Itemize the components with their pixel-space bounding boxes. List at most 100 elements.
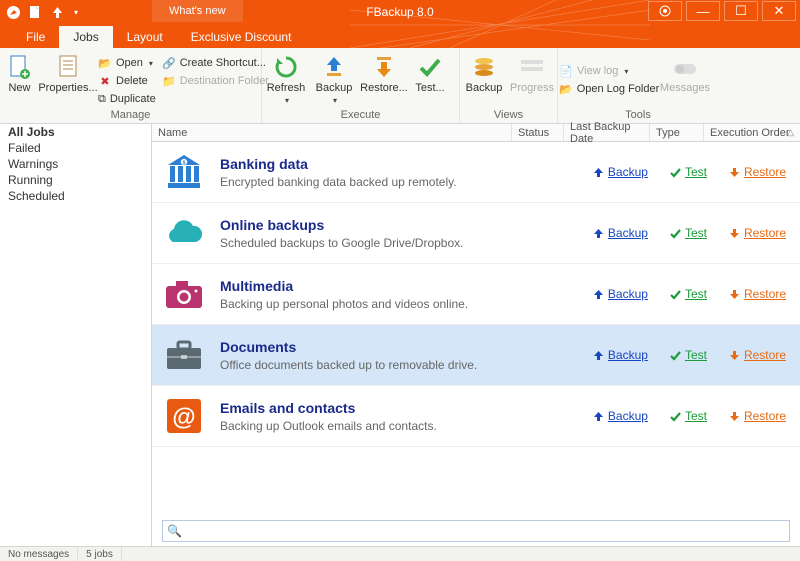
open-icon: 📂 [98, 56, 112, 70]
job-row[interactable]: DocumentsOffice documents backed up to r… [152, 325, 800, 386]
minimize-button[interactable]: — [686, 1, 720, 21]
qat-dropdown-icon[interactable]: ▾ [74, 8, 78, 17]
job-text: Emails and contacts Backing up Outlook em… [220, 400, 579, 433]
status-messages: No messages [0, 547, 78, 561]
job-test-link[interactable]: Test [670, 409, 707, 423]
sidebar-item-warnings[interactable]: Warnings [0, 156, 151, 172]
job-row[interactable]: MultimediaBacking up personal photos and… [152, 264, 800, 325]
ribbon: New Properties... 📂Open▾ ✖Delete ⧉Duplic… [0, 48, 800, 124]
col-type[interactable]: Type [650, 124, 704, 141]
job-restore-link[interactable]: Restore [729, 226, 786, 240]
sidebar-item-all-jobs[interactable]: All Jobs [0, 124, 151, 140]
messages-button[interactable]: Messages [658, 52, 712, 94]
sidebar-item-running[interactable]: Running [0, 172, 151, 188]
job-restore-link[interactable]: Restore [729, 165, 786, 179]
maximize-button[interactable]: ☐ [724, 1, 758, 21]
job-description: Office documents backed up to removable … [220, 358, 579, 372]
log-folder-icon: 📂 [559, 82, 573, 96]
new-button[interactable]: New [0, 52, 39, 94]
properties-button[interactable]: Properties... [39, 52, 97, 94]
search-bar[interactable]: 🔍 [162, 520, 790, 542]
stack-icon [471, 54, 497, 80]
tab-jobs[interactable]: Jobs [59, 26, 112, 48]
content: Name Status Last Backup Date Type Execut… [152, 124, 800, 546]
col-name[interactable]: Name [152, 124, 512, 141]
ribbon-group-views: Backup Progress Views [460, 48, 558, 123]
delete-button[interactable]: ✖Delete [98, 72, 155, 90]
up-arrow-icon[interactable] [50, 5, 65, 20]
tab-layout[interactable]: Layout [113, 26, 177, 48]
job-restore-link[interactable]: Restore [729, 287, 786, 301]
properties-icon [55, 54, 81, 80]
search-input[interactable] [186, 524, 785, 538]
check-icon [670, 288, 682, 300]
open-button[interactable]: 📂Open▾ [98, 54, 155, 72]
view-log-button[interactable]: 📄View log▾ [559, 62, 652, 80]
views-progress-button[interactable]: Progress [508, 52, 556, 94]
job-test-link[interactable]: Test [670, 287, 707, 301]
test-button[interactable]: Test... [410, 52, 450, 94]
views-backup-button[interactable]: Backup [460, 52, 508, 94]
job-test-link[interactable]: Test [670, 226, 707, 240]
sidebar-item-failed[interactable]: Failed [0, 140, 151, 156]
app-title: FBackup 8.0 [366, 5, 433, 19]
refresh-button[interactable]: Refresh▾ [262, 52, 310, 107]
job-backup-link[interactable]: Backup [593, 348, 648, 362]
ribbon-group-manage: New Properties... 📂Open▾ ✖Delete ⧉Duplic… [0, 48, 262, 123]
job-row[interactable]: Online backupsScheduled backups to Googl… [152, 203, 800, 264]
cloud-icon [162, 213, 206, 253]
down-arrow-icon [729, 410, 741, 422]
progress-icon [519, 54, 545, 80]
down-arrow-icon [729, 166, 741, 178]
job-test-link[interactable]: Test [670, 348, 707, 362]
col-last-backup-date[interactable]: Last Backup Date [564, 124, 650, 141]
bank-icon: $ [162, 152, 206, 192]
check-icon [670, 349, 682, 361]
column-headers: Name Status Last Backup Date Type Execut… [152, 124, 800, 142]
camera-icon [162, 274, 206, 314]
check-icon [670, 227, 682, 239]
restore-down-icon [371, 54, 397, 80]
col-status[interactable]: Status [512, 124, 564, 141]
duplicate-button[interactable]: ⧉Duplicate [98, 90, 155, 108]
destination-folder-button[interactable]: 📁Destination Folder [162, 72, 255, 90]
job-actions: Backup Test Restore [593, 287, 786, 301]
new-doc-icon[interactable] [28, 5, 43, 20]
ribbon-group-execute: Refresh▾ Backup▾ Restore... Test... Exec… [262, 48, 460, 123]
create-shortcut-button[interactable]: 🔗Create Shortcut... [162, 54, 255, 72]
job-actions: Backup Test Restore [593, 409, 786, 423]
restore-button[interactable]: Restore... [358, 52, 410, 94]
window-help-icon[interactable] [648, 1, 682, 21]
job-title: Emails and contacts [220, 400, 579, 416]
tab-file[interactable]: File [12, 26, 59, 48]
duplicate-icon: ⧉ [98, 92, 106, 106]
sidebar-item-scheduled[interactable]: Scheduled [0, 188, 151, 204]
close-button[interactable]: ✕ [762, 1, 796, 21]
job-backup-link[interactable]: Backup [593, 226, 648, 240]
col-execution-order[interactable]: Execution Order△ [704, 124, 800, 141]
views-group-label: Views [460, 109, 557, 123]
job-text: Online backupsScheduled backups to Googl… [220, 217, 579, 250]
tab-exclusive-discount[interactable]: Exclusive Discount [177, 26, 306, 48]
svg-text:@: @ [172, 404, 195, 431]
job-test-link[interactable]: Test [670, 165, 707, 179]
job-title: Multimedia [220, 278, 579, 294]
job-description: Backing up Outlook emails and contacts. [220, 419, 579, 433]
job-row[interactable]: @ Emails and contacts Backing up Outlook e… [152, 386, 800, 447]
job-title: Banking data [220, 156, 579, 172]
check-icon [670, 166, 682, 178]
job-backup-link[interactable]: Backup [593, 409, 648, 423]
job-restore-link[interactable]: Restore [729, 409, 786, 423]
whats-new-tab[interactable]: What's new [152, 0, 243, 22]
open-log-folder-button[interactable]: 📂Open Log Folder [559, 80, 652, 98]
job-restore-link[interactable]: Restore [729, 348, 786, 362]
job-backup-link[interactable]: Backup [593, 165, 648, 179]
ribbon-group-tools: 📄View log▾ 📂Open Log Folder Messages Too… [558, 48, 718, 123]
job-actions: Backup Test Restore [593, 348, 786, 362]
titlebar: ▾ What's new FBackup 8.0 — ☐ ✕ [0, 0, 800, 24]
refresh-icon [273, 54, 299, 80]
backup-button[interactable]: Backup▾ [310, 52, 358, 107]
job-backup-link[interactable]: Backup [593, 287, 648, 301]
briefcase-icon [162, 335, 206, 375]
job-row[interactable]: $Banking dataEncrypted banking data back… [152, 142, 800, 203]
